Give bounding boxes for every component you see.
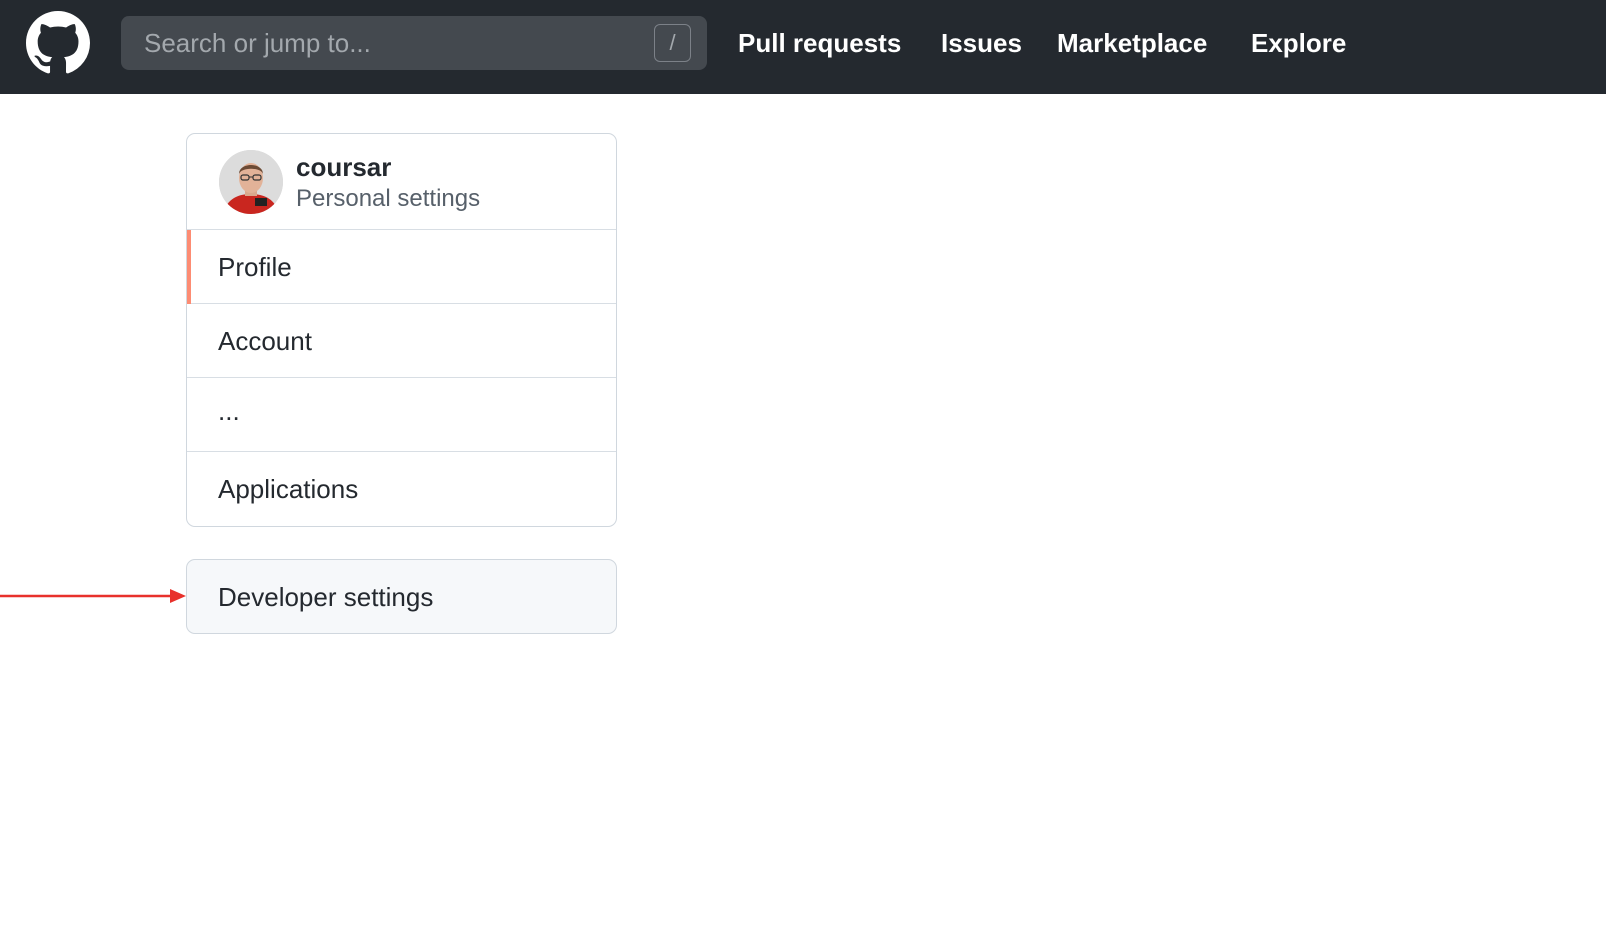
developer-settings-link[interactable]: Developer settings [186, 559, 617, 634]
nav-pull-requests[interactable]: Pull requests [738, 0, 901, 94]
search-box[interactable]: / [121, 16, 707, 70]
menu-item-applications[interactable]: Applications [187, 452, 616, 526]
menu-item-label: ... [218, 396, 240, 426]
developer-settings-label: Developer settings [218, 582, 434, 612]
top-header: / Pull requests Issues Marketplace Explo… [0, 0, 1606, 94]
active-indicator [187, 230, 191, 304]
nav-marketplace[interactable]: Marketplace [1057, 0, 1207, 94]
avatar[interactable] [219, 150, 283, 214]
settings-menu: coursar Personal settings Profile Accoun… [186, 133, 617, 527]
menu-item-label: Profile [218, 252, 292, 282]
menu-item-profile[interactable]: Profile [187, 230, 616, 304]
annotation-arrow-icon [0, 589, 186, 603]
menu-item-label: Account [218, 326, 312, 356]
slash-shortcut-badge: / [654, 24, 691, 62]
user-header: coursar Personal settings [187, 134, 616, 230]
search-input[interactable] [121, 16, 641, 70]
avatar-image [219, 150, 283, 214]
personal-settings-label: Personal settings [296, 185, 481, 212]
nav-issues[interactable]: Issues [941, 0, 1022, 94]
username[interactable]: coursar [296, 152, 391, 183]
menu-item-label: Applications [218, 474, 359, 504]
menu-item-account[interactable]: Account [187, 304, 616, 378]
nav-explore[interactable]: Explore [1251, 0, 1346, 94]
menu-item-more[interactable]: ... [187, 378, 616, 452]
github-logo-icon[interactable] [26, 11, 90, 75]
